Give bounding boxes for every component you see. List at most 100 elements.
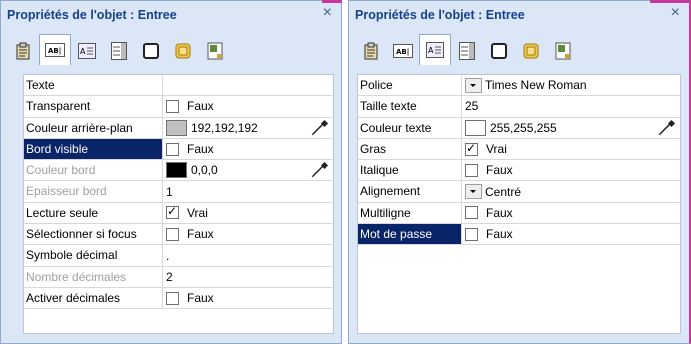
property-label[interactable]: Bord visible xyxy=(24,138,163,160)
eyedropper-icon[interactable] xyxy=(311,162,329,181)
form-icon xyxy=(555,42,571,60)
property-row[interactable]: Couleur arrière-plan 192,192,192 xyxy=(24,117,333,139)
checkbox[interactable] xyxy=(465,227,478,241)
property-label[interactable]: Lecture seule xyxy=(24,202,163,224)
property-value[interactable]: 1 xyxy=(163,181,333,201)
checkbox[interactable] xyxy=(465,163,478,177)
property-row[interactable]: Symbole décimal. xyxy=(24,245,333,267)
property-row[interactable]: Police Times New Roman xyxy=(358,75,680,97)
tab-button[interactable] xyxy=(167,37,199,65)
frame-icon xyxy=(143,43,159,59)
property-row[interactable]: Couleur bord 0,0,0 xyxy=(24,160,333,182)
property-value[interactable]: Faux xyxy=(163,139,333,159)
checkbox[interactable]: ✓ xyxy=(166,204,179,220)
dropdown-button[interactable] xyxy=(465,184,482,200)
property-row[interactable]: Lecture seule ✓ Vrai xyxy=(24,202,333,225)
property-label[interactable]: Texte xyxy=(24,75,163,96)
property-label[interactable]: Epaisseur bord xyxy=(24,181,163,202)
checkbox[interactable] xyxy=(465,206,478,220)
color-swatch[interactable] xyxy=(166,119,187,136)
property-label[interactable]: Couleur texte xyxy=(358,117,462,138)
property-label[interactable]: Nombre décimales xyxy=(24,266,163,287)
checkmark-icon: ✓ xyxy=(466,140,477,155)
close-icon[interactable]: × xyxy=(323,5,332,21)
property-value[interactable]: Faux xyxy=(462,160,680,180)
tab-frame[interactable] xyxy=(483,37,515,65)
property-value[interactable]: Faux xyxy=(462,203,680,223)
property-label[interactable]: Multiligne xyxy=(358,202,462,224)
property-value[interactable]: Times New Roman xyxy=(462,75,680,95)
property-value[interactable]: Faux xyxy=(163,96,333,116)
value-text: Faux xyxy=(486,227,513,242)
checkbox[interactable] xyxy=(166,291,179,305)
color-swatch[interactable] xyxy=(166,162,187,179)
property-value[interactable]: ✓ Vrai xyxy=(163,203,333,223)
property-label[interactable]: Sélectionner si focus xyxy=(24,224,163,245)
property-value[interactable] xyxy=(163,75,333,95)
property-row[interactable]: Activer décimales Faux xyxy=(24,287,333,310)
property-row[interactable]: Multiligne Faux xyxy=(358,202,680,225)
property-row[interactable]: Alignement Centré xyxy=(358,181,680,203)
dropdown-button[interactable] xyxy=(465,77,482,93)
property-value[interactable]: 0,0,0 xyxy=(163,160,333,180)
property-label[interactable]: Transparent xyxy=(24,96,163,117)
tab-form[interactable] xyxy=(199,37,231,65)
tab-list[interactable] xyxy=(103,37,135,65)
eyedropper-icon[interactable] xyxy=(658,119,676,139)
property-value[interactable]: 2 xyxy=(163,267,333,287)
property-label[interactable]: Mot de passe xyxy=(358,224,462,245)
value-text: 192,192,192 xyxy=(191,120,258,135)
property-row[interactable]: Mot de passe Faux xyxy=(358,224,680,246)
property-row[interactable]: Transparent Faux xyxy=(24,96,333,118)
property-value[interactable]: Faux xyxy=(163,224,333,244)
close-icon[interactable]: × xyxy=(671,5,680,21)
property-row[interactable]: Taille texte 25 xyxy=(358,96,680,118)
property-row[interactable]: Couleur texte 255,255,255 xyxy=(358,117,680,139)
tab-frame[interactable] xyxy=(135,37,167,65)
color-swatch[interactable] xyxy=(465,119,486,136)
panel-title: Propriétés de l'objet : Entree xyxy=(355,8,525,22)
property-value[interactable]: 255,255,255 xyxy=(462,118,680,138)
tab-button[interactable] xyxy=(515,37,547,65)
property-label[interactable]: Taille texte xyxy=(358,96,462,117)
property-label[interactable]: Police xyxy=(358,75,462,96)
tab-text-field[interactable]: AB| xyxy=(387,37,419,65)
property-label[interactable]: Alignement xyxy=(358,181,462,202)
tab-list[interactable] xyxy=(451,37,483,65)
checkbox[interactable]: ✓ xyxy=(465,140,478,156)
tab-clipboard[interactable] xyxy=(7,37,39,65)
eyedropper-icon[interactable] xyxy=(311,119,329,139)
property-row[interactable]: Sélectionner si focus Faux xyxy=(24,224,333,246)
checkbox[interactable] xyxy=(166,142,179,156)
tab-form[interactable] xyxy=(547,37,579,65)
property-value[interactable]: . xyxy=(163,245,333,265)
property-row[interactable]: Bord visible Faux xyxy=(24,138,333,161)
property-label[interactable]: Italique xyxy=(358,160,462,181)
tab-text-field[interactable]: AB| xyxy=(39,34,71,65)
property-value[interactable]: 192,192,192 xyxy=(163,118,333,138)
property-row[interactable]: Texte xyxy=(24,75,333,97)
property-row[interactable]: Nombre décimales 2 xyxy=(24,266,333,288)
property-value[interactable]: Faux xyxy=(163,288,333,308)
checkbox[interactable] xyxy=(166,99,179,113)
button-icon xyxy=(523,43,539,59)
property-value[interactable]: 25 xyxy=(462,96,680,116)
property-value[interactable]: Faux xyxy=(462,224,680,244)
property-label[interactable]: Couleur bord xyxy=(24,160,163,181)
property-label[interactable]: Couleur arrière-plan xyxy=(24,117,163,138)
property-row[interactable]: Epaisseur bord 1 xyxy=(24,181,333,203)
clipboard-icon xyxy=(363,42,379,60)
value-text: 2 xyxy=(166,269,173,284)
property-label[interactable]: Symbole décimal xyxy=(24,245,163,266)
tab-label[interactable]: A xyxy=(71,37,103,65)
svg-text:A: A xyxy=(428,46,434,55)
property-row[interactable]: Gras ✓ Vrai xyxy=(358,138,680,161)
property-value[interactable]: Centré xyxy=(462,181,680,201)
checkbox[interactable] xyxy=(166,227,179,241)
property-label[interactable]: Gras xyxy=(358,138,462,160)
property-label[interactable]: Activer décimales xyxy=(24,287,163,309)
tab-label[interactable]: A xyxy=(419,34,451,65)
property-value[interactable]: ✓ Vrai xyxy=(462,139,680,159)
tab-clipboard[interactable] xyxy=(355,37,387,65)
property-row[interactable]: Italique Faux xyxy=(358,160,680,182)
